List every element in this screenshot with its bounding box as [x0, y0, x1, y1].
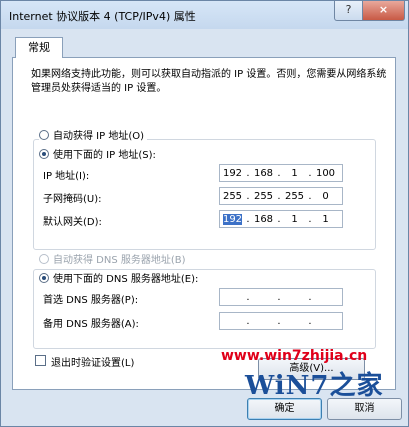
subnet-mask-input[interactable]: 255. 255. 255. 0	[219, 187, 343, 205]
octet: 1	[291, 213, 298, 225]
preferred-dns-label: 首选 DNS 服务器(P):	[43, 295, 139, 306]
octet: 0	[322, 190, 329, 202]
description-text: 如果网络支持此功能，则可以获取自动指派的 IP 设置。否则，您需要从网络系统管理…	[31, 69, 387, 94]
dialog-window: Internet 协议版本 4 (TCP/IPv4) 属性 ? × 如果网络支持…	[0, 0, 409, 427]
ip-manual-label: 使用下面的 IP 地址(S):	[53, 150, 156, 161]
octet: 192	[222, 167, 243, 179]
dns-manual-label: 使用下面的 DNS 服务器地址(E):	[53, 274, 199, 285]
watermark-url: www.win7zhijia.cn	[221, 348, 368, 364]
octet-selected: 192	[222, 213, 243, 225]
dns-auto-radio[interactable]: 自动获得 DNS 服务器地址(B)	[39, 251, 189, 266]
radio-disabled-icon	[39, 253, 49, 264]
alternate-dns-label: 备用 DNS 服务器(A):	[43, 319, 139, 330]
ip-address-input[interactable]: 192. 168. 1. 100	[219, 164, 343, 182]
cancel-button[interactable]: 取消	[327, 398, 402, 420]
validate-checkbox[interactable]	[35, 355, 46, 366]
dns-auto-label: 自动获得 DNS 服务器地址(B)	[53, 255, 186, 266]
ip-auto-radio[interactable]: 自动获得 IP 地址(O)	[39, 127, 148, 142]
title-bar[interactable]: Internet 协议版本 4 (TCP/IPv4) 属性 ? ×	[1, 1, 408, 29]
ip-address-label: IP 地址(I):	[43, 171, 90, 182]
help-button[interactable]: ?	[334, 1, 363, 21]
validate-label: 退出时验证设置(L)	[51, 358, 135, 369]
tab-general[interactable]: 常规	[15, 37, 63, 58]
radio-selected-icon	[39, 272, 49, 283]
ip-manual-radio[interactable]: 使用下面的 IP 地址(S):	[39, 146, 159, 161]
ok-button[interactable]: 确定	[247, 398, 322, 420]
octet: 168	[253, 213, 274, 225]
default-gateway-input[interactable]: 192. 168. 1. 1	[219, 210, 343, 228]
watermark-logo: WiN7之家	[245, 371, 384, 401]
general-panel: 如果网络支持此功能，则可以获取自动指派的 IP 设置。否则，您需要从网络系统管理…	[12, 57, 396, 390]
radio-selected-icon	[39, 148, 49, 159]
ip-auto-label: 自动获得 IP 地址(O)	[53, 131, 145, 142]
octet: 255	[253, 190, 274, 202]
radio-icon	[39, 129, 49, 140]
dns-manual-radio[interactable]: 使用下面的 DNS 服务器地址(E):	[39, 270, 202, 285]
octet: 100	[315, 167, 336, 179]
octet: 255	[222, 190, 243, 202]
window-title: Internet 协议版本 4 (TCP/IPv4) 属性	[9, 10, 196, 23]
default-gateway-label: 默认网关(D):	[43, 217, 102, 228]
octet: 255	[284, 190, 305, 202]
octet: 168	[253, 167, 274, 179]
close-button[interactable]: ×	[362, 1, 405, 21]
subnet-mask-label: 子网掩码(U):	[43, 194, 102, 205]
preferred-dns-input[interactable]: ...	[219, 288, 343, 306]
octet: 1	[291, 167, 298, 179]
octet: 1	[322, 213, 329, 225]
alternate-dns-input[interactable]: ...	[219, 312, 343, 330]
